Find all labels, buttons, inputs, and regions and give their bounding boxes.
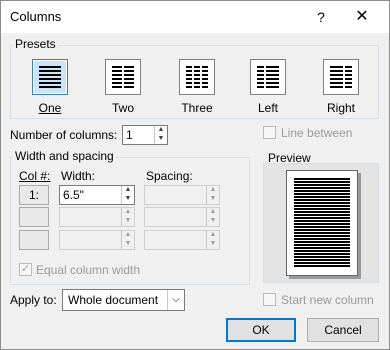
spin-up-icon: ▲ bbox=[209, 186, 217, 193]
close-button[interactable]: ✕ bbox=[347, 5, 377, 29]
left-column-icon bbox=[257, 66, 279, 88]
preset-left[interactable]: Left bbox=[236, 59, 300, 115]
spacing-spinner: ▲ ▼ bbox=[144, 207, 220, 227]
width-value bbox=[60, 231, 121, 249]
spacing-value bbox=[145, 186, 206, 204]
spin-down-icon[interactable]: ▼ bbox=[155, 135, 167, 144]
right-column-icon bbox=[330, 66, 352, 88]
spin-up-icon[interactable]: ▲ bbox=[122, 186, 134, 195]
spin-down-icon: ▼ bbox=[124, 217, 132, 224]
spin-up-icon: ▲ bbox=[124, 208, 132, 215]
preset-three[interactable]: Three bbox=[165, 59, 229, 115]
two-columns-icon bbox=[112, 66, 134, 88]
spin-down-icon: ▼ bbox=[209, 240, 217, 247]
spin-down-icon: ▼ bbox=[209, 195, 217, 202]
width-spinner: ▲ ▼ bbox=[59, 230, 135, 250]
checkmark-icon: ✓ bbox=[20, 263, 31, 275]
three-columns-icon bbox=[186, 66, 208, 88]
number-of-columns-value[interactable]: 1 bbox=[123, 126, 154, 144]
preview-pane bbox=[263, 163, 379, 283]
width-value[interactable]: 6.5" bbox=[60, 186, 121, 204]
one-column-icon bbox=[39, 66, 61, 88]
apply-to-label: Apply to: bbox=[10, 293, 57, 307]
col-number-cell: 1: bbox=[19, 185, 49, 205]
spin-down-icon: ▼ bbox=[124, 240, 132, 247]
start-new-column-checkbox[interactable] bbox=[263, 293, 276, 306]
equal-column-width-label: Equal column width bbox=[36, 263, 141, 277]
preset-two[interactable]: Two bbox=[91, 59, 155, 115]
col-number-cell bbox=[19, 230, 49, 250]
preset-left-label: Left bbox=[257, 101, 278, 115]
presets-label: Presets bbox=[13, 37, 58, 51]
apply-to-value: Whole document bbox=[68, 293, 159, 307]
columns-dialog: Columns ? ✕ Presets One Two Three Left R… bbox=[0, 0, 390, 350]
spin-up-icon[interactable]: ▲ bbox=[155, 126, 167, 135]
number-of-columns-spinner[interactable]: 1 ▲ ▼ bbox=[122, 125, 168, 145]
cancel-button[interactable]: Cancel bbox=[307, 318, 379, 342]
dialog-title: Columns bbox=[10, 9, 62, 24]
width-spinner: ▲ ▼ bbox=[59, 207, 135, 227]
width-header: Width: bbox=[61, 169, 96, 183]
equal-column-width-checkbox[interactable]: ✓ bbox=[19, 263, 32, 276]
spin-down-icon[interactable]: ▼ bbox=[122, 195, 134, 204]
spin-up-icon: ▲ bbox=[209, 231, 217, 238]
apply-to-dropdown[interactable]: Whole document ⌵ bbox=[62, 289, 185, 311]
preset-two-label: Two bbox=[111, 101, 134, 115]
preset-right[interactable]: Right bbox=[309, 59, 373, 115]
spacing-value bbox=[145, 208, 206, 226]
chevron-down-icon[interactable]: ⌵ bbox=[167, 290, 184, 310]
line-between-label: Line between bbox=[281, 126, 353, 140]
title-bar: Columns ? ✕ bbox=[1, 1, 389, 33]
width-spacing-label: Width and spacing bbox=[13, 149, 116, 163]
preset-one-label: One bbox=[38, 101, 62, 115]
width-value bbox=[60, 208, 121, 226]
width-spinner[interactable]: 6.5" ▲ ▼ bbox=[59, 185, 135, 205]
spin-up-icon: ▲ bbox=[124, 231, 132, 238]
spacing-spinner: ▲ ▼ bbox=[144, 230, 220, 250]
ok-button[interactable]: OK bbox=[226, 318, 296, 342]
preset-one[interactable]: One bbox=[18, 59, 82, 115]
start-new-column-label: Start new column bbox=[281, 293, 374, 307]
preview-page bbox=[286, 170, 358, 276]
spacing-spinner: ▲ ▼ bbox=[144, 185, 220, 205]
col-number-cell bbox=[19, 207, 49, 227]
spacing-value bbox=[145, 231, 206, 249]
spacing-header: Spacing: bbox=[146, 169, 193, 183]
help-button[interactable]: ? bbox=[306, 5, 336, 29]
preview-text-lines bbox=[294, 178, 350, 268]
col-number-header: Col #: bbox=[19, 169, 51, 183]
spin-down-icon: ▼ bbox=[209, 217, 217, 224]
preset-right-label: Right bbox=[326, 101, 355, 115]
preset-three-label: Three bbox=[181, 101, 213, 115]
number-of-columns-label: Number of columns: bbox=[10, 128, 118, 142]
line-between-checkbox[interactable] bbox=[263, 126, 276, 139]
spin-up-icon: ▲ bbox=[209, 208, 217, 215]
